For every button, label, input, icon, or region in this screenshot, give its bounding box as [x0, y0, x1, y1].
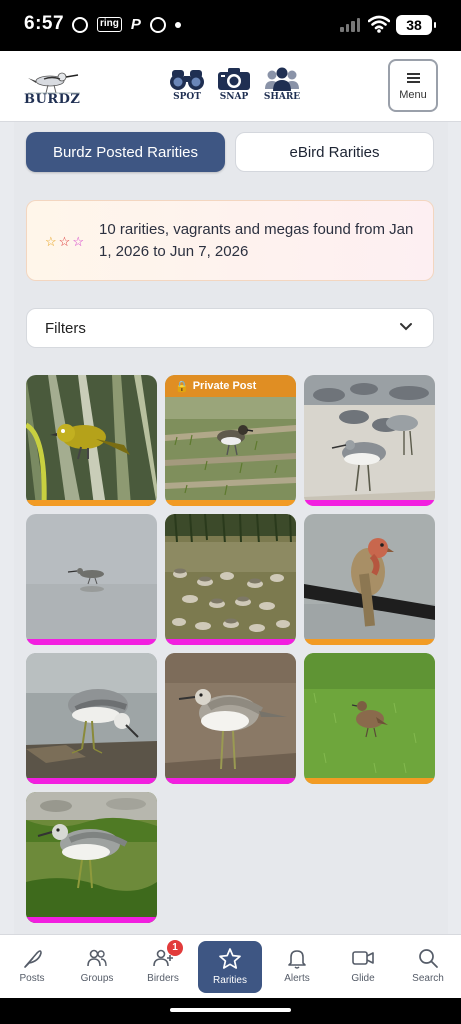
nav-posts-label: Posts: [19, 973, 45, 984]
rarity-stars: ☆☆☆: [45, 234, 86, 250]
nav-groups-label: Groups: [80, 973, 114, 984]
private-post-label: Private Post: [192, 380, 257, 392]
gallery-item[interactable]: [304, 653, 435, 784]
gallery-item[interactable]: [26, 514, 157, 645]
status-notification-icons: ring P: [72, 16, 181, 33]
video-icon: [352, 951, 374, 965]
nav-birders[interactable]: 1 Birders: [131, 935, 195, 999]
snap-nav-button[interactable]: SNAP: [211, 67, 257, 102]
bird-photo: [165, 653, 296, 784]
hamburger-icon: [406, 71, 420, 85]
chevron-down-icon: [400, 323, 412, 331]
star-outline-icon: ☆: [45, 234, 59, 249]
gallery-item[interactable]: [165, 653, 296, 784]
rarity-bar-magenta: [165, 639, 296, 645]
menu-label: Menu: [399, 88, 427, 101]
rarity-bar-orange: [165, 500, 296, 506]
spot-label: SPOT: [173, 92, 201, 102]
status-time: 6:57: [24, 13, 65, 34]
gallery-item[interactable]: [26, 792, 157, 923]
binoculars-icon: [170, 70, 204, 90]
people-icon: [265, 67, 299, 91]
rarity-bar-magenta: [26, 639, 157, 645]
private-post-tag: 🔒 Private Post: [165, 375, 296, 397]
nav-search[interactable]: Search: [396, 935, 460, 999]
groups-icon: [87, 949, 107, 967]
paypal-icon: P: [130, 16, 141, 33]
battery-indicator: 38: [396, 15, 436, 35]
gallery-item[interactable]: [304, 375, 435, 506]
nav-search-label: Search: [412, 973, 444, 984]
search-icon: [419, 949, 438, 968]
nav-alerts-label: Alerts: [284, 973, 310, 984]
rarities-content: Burdz Posted Rarities eBird Rarities ☆☆☆…: [14, 122, 448, 934]
rarity-bar-orange: [304, 778, 435, 784]
nav-rarities[interactable]: Rarities: [198, 941, 262, 993]
lock-icon: 🔒: [175, 380, 189, 393]
burdz-logo-text: BURDZ: [24, 92, 81, 107]
tab-burdz-posted-rarities[interactable]: Burdz Posted Rarities: [26, 132, 225, 172]
signal-icon: [340, 17, 360, 32]
bird-photo: [304, 653, 435, 784]
rarities-summary-card: ☆☆☆ 10 rarities, vagrants and megas foun…: [26, 200, 434, 281]
more-notifications-dot-icon: [174, 21, 181, 28]
bird-photo: [304, 375, 435, 506]
rarities-summary-text: 10 rarities, vagrants and megas found fr…: [99, 221, 414, 260]
burdz-logo-bird-icon[interactable]: [22, 61, 84, 117]
gallery-item[interactable]: [26, 653, 157, 784]
screen: 6:57 ring P 38 BURDZ SPOT SNAP SHARE Men…: [0, 0, 461, 1024]
chrome-icon: [72, 16, 88, 33]
home-indicator[interactable]: [170, 1008, 291, 1012]
nav-alerts[interactable]: Alerts: [265, 935, 329, 999]
spot-nav-button[interactable]: SPOT: [164, 67, 210, 102]
star-outline-icon: ☆: [72, 234, 86, 249]
rarity-bar-orange: [26, 500, 157, 506]
rarity-bar-orange: [304, 639, 435, 645]
menu-button[interactable]: Menu: [388, 59, 438, 112]
bird-photo: [26, 792, 157, 923]
nav-glide-label: Glide: [351, 973, 375, 984]
camera-icon: [218, 68, 250, 90]
tab-ebird-rarities[interactable]: eBird Rarities: [235, 132, 434, 172]
gallery-item[interactable]: [26, 375, 157, 506]
nav-posts[interactable]: Posts: [0, 935, 64, 999]
bird-photo: [165, 514, 296, 645]
gallery-item[interactable]: [165, 514, 296, 645]
birders-notification-badge: 1: [167, 940, 183, 956]
app-header: BURDZ SPOT SNAP SHARE Menu: [0, 51, 461, 122]
bottom-navigation: Posts Groups 1 Birders Rarities Alerts G…: [0, 934, 461, 998]
feather-icon: [24, 950, 42, 968]
nav-birders-label: Birders: [147, 973, 179, 984]
bird-photo: [26, 653, 157, 784]
star-icon: [219, 948, 241, 969]
rarity-bar-magenta: [304, 500, 435, 506]
filters-label: Filters: [45, 320, 86, 337]
snap-label: SNAP: [219, 92, 249, 102]
status-bar: 6:57 ring P 38: [0, 0, 461, 51]
rarity-bar-magenta: [26, 778, 157, 784]
bird-photo: [26, 514, 157, 645]
bell-icon: [288, 950, 306, 969]
nav-groups[interactable]: Groups: [65, 935, 129, 999]
rarity-bar-magenta: [165, 778, 296, 784]
record-icon: [149, 16, 166, 33]
bird-photo: [26, 375, 157, 506]
rarity-bar-magenta: [26, 917, 157, 923]
bird-photo: [304, 514, 435, 645]
nav-rarities-label: Rarities: [213, 975, 247, 986]
filters-dropdown[interactable]: Filters: [26, 308, 434, 348]
ring-icon: ring: [97, 17, 122, 32]
share-nav-button[interactable]: SHARE: [259, 67, 305, 102]
nav-glide[interactable]: Glide: [331, 935, 395, 999]
share-label: SHARE: [263, 92, 301, 102]
home-indicator-area: [0, 998, 461, 1024]
star-outline-icon: ☆: [58, 234, 73, 249]
gallery-item[interactable]: [304, 514, 435, 645]
gallery-item-private[interactable]: 🔒 Private Post: [165, 375, 296, 506]
wifi-icon: [368, 15, 390, 33]
